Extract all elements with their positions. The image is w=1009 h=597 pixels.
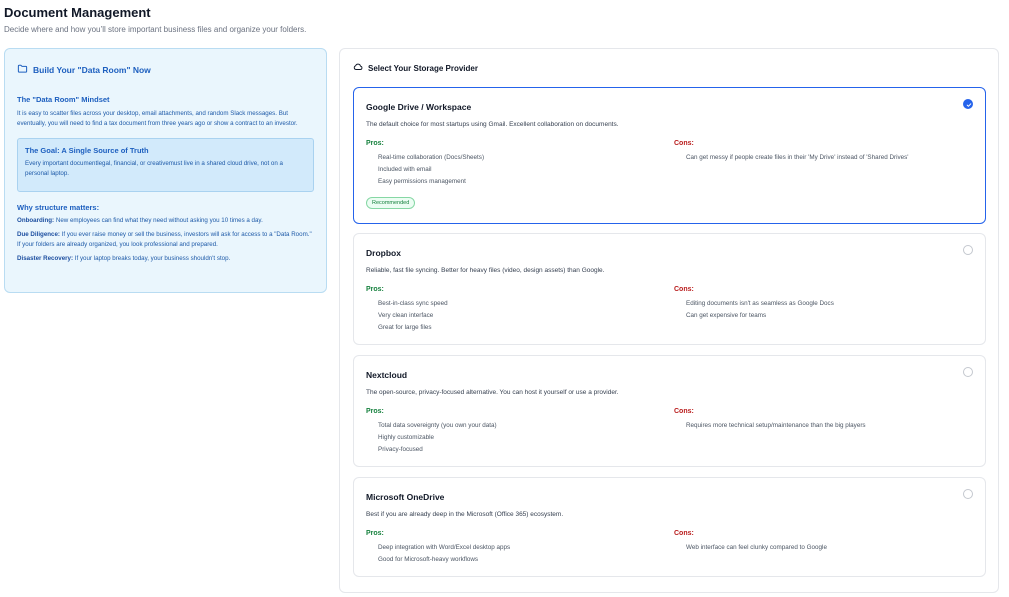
provider-radio-dropbox[interactable] [963,245,973,255]
why-item-text: If your laptop breaks today, your busine… [73,255,231,262]
cons-column: Cons: Editing documents isn't as seamles… [674,286,974,322]
recommended-badge: Recommended [366,197,416,209]
con-item: Can get messy if people create files in … [686,154,909,161]
goal-callout: The Goal: A Single Source of Truth Every… [17,138,314,192]
cloud-icon [353,62,363,74]
why-item-label: Disaster Recovery: [17,255,74,262]
page-subtitle: Decide where and how you’ll store import… [4,25,307,34]
provider-description: Reliable, fast file syncing. Better for … [366,267,605,274]
provider-radio-onedrive[interactable] [963,489,973,499]
panel-header: Select Your Storage Provider [353,62,478,74]
cons-column: Cons: Web interface can feel clunky comp… [674,530,974,554]
why-item-text: New employees can find what they need wi… [54,217,263,224]
data-room-info-card: Build Your "Data Room" Now The "Data Roo… [4,48,327,293]
goal-title: The Goal: A Single Source of Truth [25,146,149,155]
pros-column: Pros: Real-time collaboration (Docs/Shee… [366,140,666,188]
provider-radio-google-drive[interactable] [963,99,973,109]
provider-card-google-drive[interactable]: Google Drive / Workspace The default cho… [353,87,986,224]
cons-column: Cons: Can get messy if people create fil… [674,140,974,164]
provider-description: Best if you are already deep in the Micr… [366,511,564,518]
mindset-title: The "Data Room" Mindset [17,95,110,104]
why-item-label: Due Diligence: [17,231,60,238]
why-title: Why structure matters: [17,203,100,212]
provider-name: Microsoft OneDrive [366,492,445,502]
pro-item: Good for Microsoft-heavy workflows [378,556,479,563]
provider-name: Dropbox [366,248,401,258]
pro-item: Real-time collaboration (Docs/Sheets) [378,154,485,161]
pro-item: Great for large files [378,324,432,331]
pro-item: Easy permissions management [378,178,466,185]
cons-label: Cons: [674,140,694,147]
pros-label: Pros: [366,530,384,537]
con-item: Requires more technical setup/maintenanc… [686,422,866,429]
provider-description: The open-source, privacy-focused alterna… [366,389,619,396]
cons-label: Cons: [674,530,694,537]
provider-name: Google Drive / Workspace [366,102,472,112]
provider-name: Nextcloud [366,370,408,380]
why-item-disaster-recovery: Disaster Recovery: If your laptop breaks… [17,254,314,264]
pros-column: Pros: Total data sovereignty (you own yo… [366,408,666,456]
cons-label: Cons: [674,408,694,415]
panel-title: Select Your Storage Provider [368,63,478,73]
provider-description: The default choice for most startups usi… [366,121,619,128]
pro-item: Highly customizable [378,434,434,441]
provider-radio-nextcloud[interactable] [963,367,973,377]
pros-label: Pros: [366,408,384,415]
cons-label: Cons: [674,286,694,293]
goal-text: Every important documentlegal, financial… [25,160,283,177]
pros-label: Pros: [366,140,384,147]
check-icon [966,102,971,107]
pro-item: Total data sovereignty (you own your dat… [378,422,497,429]
info-card-header: Build Your "Data Room" Now [17,63,314,76]
provider-card-onedrive[interactable]: Microsoft OneDrive Best if you are alrea… [353,477,986,577]
pros-column: Pros: Deep integration with Word/Excel d… [366,530,666,566]
pro-item: Best-in-class sync speed [378,300,448,307]
pros-column: Pros: Best-in-class sync speed Very clea… [366,286,666,334]
pros-label: Pros: [366,286,384,293]
cons-column: Cons: Requires more technical setup/main… [674,408,974,432]
con-item: Can get expensive for teams [686,312,767,319]
pro-item: Included with email [378,166,432,173]
folder-icon [17,63,28,76]
provider-card-dropbox[interactable]: Dropbox Reliable, fast file syncing. Bet… [353,233,986,345]
mindset-text: It is easy to scatter files across your … [17,110,298,127]
why-item-due-diligence: Due Diligence: If you ever raise money o… [17,230,314,250]
info-card-title: Build Your "Data Room" Now [33,64,151,75]
pro-item: Privacy-focused [378,446,423,453]
why-item-onboarding: Onboarding: New employees can find what … [17,216,314,226]
con-item: Web interface can feel clunky compared t… [686,544,827,551]
pro-item: Very clean interface [378,312,434,319]
why-item-text: If you ever raise money or sell the busi… [17,231,312,248]
provider-card-nextcloud[interactable]: Nextcloud The open-source, privacy-focus… [353,355,986,467]
why-item-label: Onboarding: [17,217,55,224]
page-title: Document Management [4,5,151,20]
storage-provider-panel: Select Your Storage Provider Google Driv… [339,48,999,593]
con-item: Editing documents isn't as seamless as G… [686,300,834,307]
pro-item: Deep integration with Word/Excel desktop… [378,544,511,551]
